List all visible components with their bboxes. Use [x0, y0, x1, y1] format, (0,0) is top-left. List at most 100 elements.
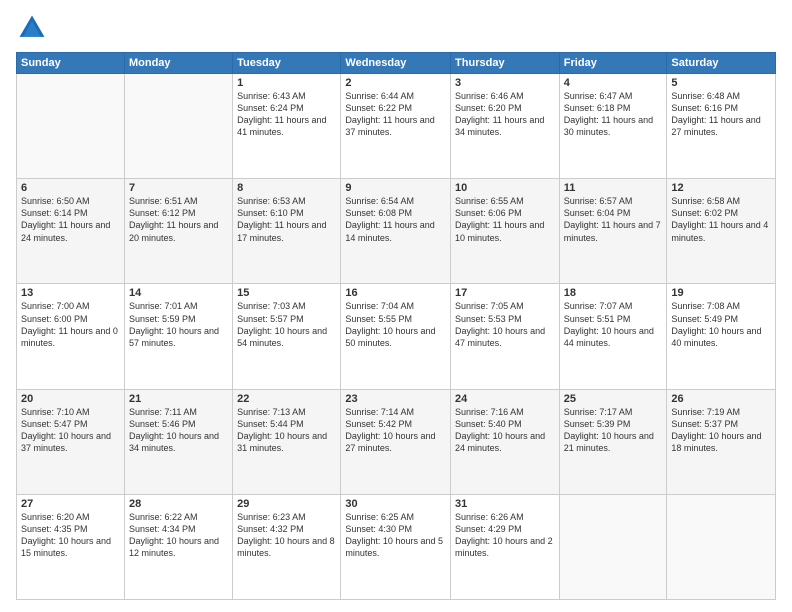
calendar-cell: 22Sunrise: 7:13 AM Sunset: 5:44 PM Dayli… — [233, 389, 341, 494]
cell-info: Sunrise: 7:14 AM Sunset: 5:42 PM Dayligh… — [345, 406, 446, 455]
day-number: 16 — [345, 287, 446, 299]
day-number: 23 — [345, 393, 446, 405]
calendar-cell: 15Sunrise: 7:03 AM Sunset: 5:57 PM Dayli… — [233, 284, 341, 389]
calendar-cell: 21Sunrise: 7:11 AM Sunset: 5:46 PM Dayli… — [124, 389, 232, 494]
cell-info: Sunrise: 6:51 AM Sunset: 6:12 PM Dayligh… — [129, 195, 228, 244]
cell-info: Sunrise: 7:17 AM Sunset: 5:39 PM Dayligh… — [564, 406, 663, 455]
cell-info: Sunrise: 6:50 AM Sunset: 6:14 PM Dayligh… — [21, 195, 120, 244]
day-number: 26 — [671, 393, 771, 405]
calendar-header: SundayMondayTuesdayWednesdayThursdayFrid… — [17, 53, 776, 74]
cell-info: Sunrise: 6:53 AM Sunset: 6:10 PM Dayligh… — [237, 195, 336, 244]
calendar-cell: 12Sunrise: 6:58 AM Sunset: 6:02 PM Dayli… — [667, 179, 776, 284]
calendar-cell: 24Sunrise: 7:16 AM Sunset: 5:40 PM Dayli… — [451, 389, 560, 494]
day-number: 29 — [237, 498, 336, 510]
day-number: 21 — [129, 393, 228, 405]
calendar-cell: 20Sunrise: 7:10 AM Sunset: 5:47 PM Dayli… — [17, 389, 125, 494]
cell-info: Sunrise: 7:10 AM Sunset: 5:47 PM Dayligh… — [21, 406, 120, 455]
cell-info: Sunrise: 6:58 AM Sunset: 6:02 PM Dayligh… — [671, 195, 771, 244]
col-header-friday: Friday — [559, 53, 667, 74]
calendar-cell: 5Sunrise: 6:48 AM Sunset: 6:16 PM Daylig… — [667, 74, 776, 179]
calendar-cell: 31Sunrise: 6:26 AM Sunset: 4:29 PM Dayli… — [451, 494, 560, 599]
cell-info: Sunrise: 7:19 AM Sunset: 5:37 PM Dayligh… — [671, 406, 771, 455]
day-number: 13 — [21, 287, 120, 299]
week-row-4: 20Sunrise: 7:10 AM Sunset: 5:47 PM Dayli… — [17, 389, 776, 494]
cell-info: Sunrise: 7:11 AM Sunset: 5:46 PM Dayligh… — [129, 406, 228, 455]
calendar-cell: 10Sunrise: 6:55 AM Sunset: 6:06 PM Dayli… — [451, 179, 560, 284]
cell-info: Sunrise: 6:48 AM Sunset: 6:16 PM Dayligh… — [671, 90, 771, 139]
calendar-body: 1Sunrise: 6:43 AM Sunset: 6:24 PM Daylig… — [17, 74, 776, 600]
day-number: 24 — [455, 393, 555, 405]
cell-info: Sunrise: 7:03 AM Sunset: 5:57 PM Dayligh… — [237, 300, 336, 349]
calendar-cell: 25Sunrise: 7:17 AM Sunset: 5:39 PM Dayli… — [559, 389, 667, 494]
calendar-cell: 26Sunrise: 7:19 AM Sunset: 5:37 PM Dayli… — [667, 389, 776, 494]
header-row: SundayMondayTuesdayWednesdayThursdayFrid… — [17, 53, 776, 74]
cell-info: Sunrise: 6:23 AM Sunset: 4:32 PM Dayligh… — [237, 511, 336, 560]
week-row-2: 6Sunrise: 6:50 AM Sunset: 6:14 PM Daylig… — [17, 179, 776, 284]
cell-info: Sunrise: 6:55 AM Sunset: 6:06 PM Dayligh… — [455, 195, 555, 244]
cell-info: Sunrise: 6:26 AM Sunset: 4:29 PM Dayligh… — [455, 511, 555, 560]
calendar-cell: 2Sunrise: 6:44 AM Sunset: 6:22 PM Daylig… — [341, 74, 451, 179]
day-number: 14 — [129, 287, 228, 299]
day-number: 28 — [129, 498, 228, 510]
col-header-sunday: Sunday — [17, 53, 125, 74]
day-number: 30 — [345, 498, 446, 510]
header — [16, 12, 776, 44]
calendar: SundayMondayTuesdayWednesdayThursdayFrid… — [16, 52, 776, 600]
day-number: 5 — [671, 77, 771, 89]
week-row-5: 27Sunrise: 6:20 AM Sunset: 4:35 PM Dayli… — [17, 494, 776, 599]
calendar-cell: 28Sunrise: 6:22 AM Sunset: 4:34 PM Dayli… — [124, 494, 232, 599]
cell-info: Sunrise: 6:25 AM Sunset: 4:30 PM Dayligh… — [345, 511, 446, 560]
day-number: 8 — [237, 182, 336, 194]
calendar-cell: 9Sunrise: 6:54 AM Sunset: 6:08 PM Daylig… — [341, 179, 451, 284]
calendar-cell: 13Sunrise: 7:00 AM Sunset: 6:00 PM Dayli… — [17, 284, 125, 389]
col-header-monday: Monday — [124, 53, 232, 74]
cell-info: Sunrise: 7:04 AM Sunset: 5:55 PM Dayligh… — [345, 300, 446, 349]
cell-info: Sunrise: 7:13 AM Sunset: 5:44 PM Dayligh… — [237, 406, 336, 455]
calendar-cell: 30Sunrise: 6:25 AM Sunset: 4:30 PM Dayli… — [341, 494, 451, 599]
logo-icon — [16, 12, 48, 44]
week-row-1: 1Sunrise: 6:43 AM Sunset: 6:24 PM Daylig… — [17, 74, 776, 179]
calendar-cell — [667, 494, 776, 599]
cell-info: Sunrise: 6:43 AM Sunset: 6:24 PM Dayligh… — [237, 90, 336, 139]
col-header-wednesday: Wednesday — [341, 53, 451, 74]
calendar-cell: 23Sunrise: 7:14 AM Sunset: 5:42 PM Dayli… — [341, 389, 451, 494]
day-number: 4 — [564, 77, 663, 89]
day-number: 9 — [345, 182, 446, 194]
calendar-cell — [559, 494, 667, 599]
cell-info: Sunrise: 7:05 AM Sunset: 5:53 PM Dayligh… — [455, 300, 555, 349]
cell-info: Sunrise: 7:07 AM Sunset: 5:51 PM Dayligh… — [564, 300, 663, 349]
calendar-cell: 29Sunrise: 6:23 AM Sunset: 4:32 PM Dayli… — [233, 494, 341, 599]
calendar-cell: 11Sunrise: 6:57 AM Sunset: 6:04 PM Dayli… — [559, 179, 667, 284]
day-number: 1 — [237, 77, 336, 89]
calendar-cell: 1Sunrise: 6:43 AM Sunset: 6:24 PM Daylig… — [233, 74, 341, 179]
col-header-saturday: Saturday — [667, 53, 776, 74]
cell-info: Sunrise: 7:01 AM Sunset: 5:59 PM Dayligh… — [129, 300, 228, 349]
day-number: 17 — [455, 287, 555, 299]
day-number: 6 — [21, 182, 120, 194]
day-number: 3 — [455, 77, 555, 89]
calendar-cell: 19Sunrise: 7:08 AM Sunset: 5:49 PM Dayli… — [667, 284, 776, 389]
week-row-3: 13Sunrise: 7:00 AM Sunset: 6:00 PM Dayli… — [17, 284, 776, 389]
cell-info: Sunrise: 6:54 AM Sunset: 6:08 PM Dayligh… — [345, 195, 446, 244]
day-number: 15 — [237, 287, 336, 299]
calendar-cell: 4Sunrise: 6:47 AM Sunset: 6:18 PM Daylig… — [559, 74, 667, 179]
day-number: 19 — [671, 287, 771, 299]
col-header-thursday: Thursday — [451, 53, 560, 74]
day-number: 18 — [564, 287, 663, 299]
day-number: 22 — [237, 393, 336, 405]
calendar-cell: 14Sunrise: 7:01 AM Sunset: 5:59 PM Dayli… — [124, 284, 232, 389]
day-number: 12 — [671, 182, 771, 194]
calendar-cell: 8Sunrise: 6:53 AM Sunset: 6:10 PM Daylig… — [233, 179, 341, 284]
calendar-cell: 3Sunrise: 6:46 AM Sunset: 6:20 PM Daylig… — [451, 74, 560, 179]
calendar-cell — [17, 74, 125, 179]
day-number: 10 — [455, 182, 555, 194]
cell-info: Sunrise: 7:16 AM Sunset: 5:40 PM Dayligh… — [455, 406, 555, 455]
day-number: 27 — [21, 498, 120, 510]
logo — [16, 12, 52, 44]
calendar-cell: 16Sunrise: 7:04 AM Sunset: 5:55 PM Dayli… — [341, 284, 451, 389]
day-number: 11 — [564, 182, 663, 194]
day-number: 2 — [345, 77, 446, 89]
day-number: 20 — [21, 393, 120, 405]
cell-info: Sunrise: 6:20 AM Sunset: 4:35 PM Dayligh… — [21, 511, 120, 560]
cell-info: Sunrise: 6:44 AM Sunset: 6:22 PM Dayligh… — [345, 90, 446, 139]
